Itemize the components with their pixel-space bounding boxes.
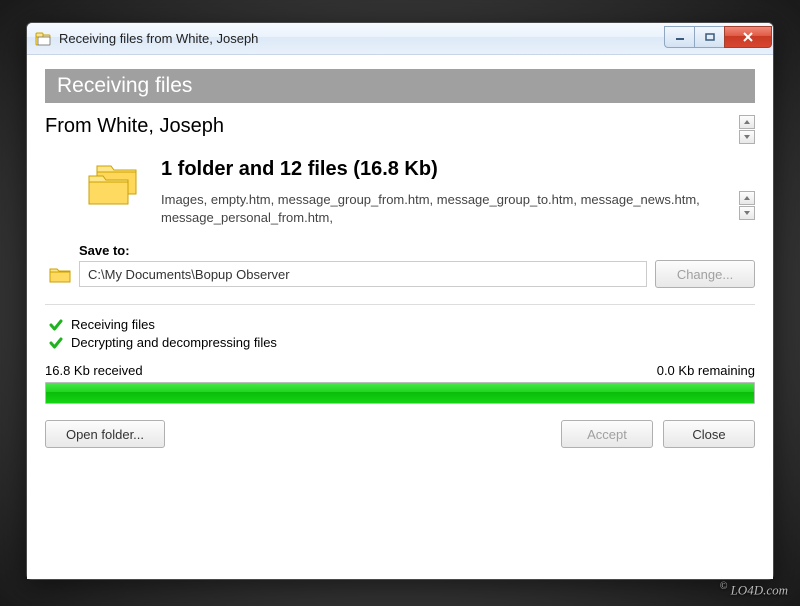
window-title: Receiving files from White, Joseph <box>59 31 258 46</box>
minimize-button[interactable] <box>664 26 694 48</box>
filelist-scroll-down[interactable] <box>739 206 755 220</box>
sender-spinner <box>739 115 755 144</box>
dialog-window: Receiving files from White, Joseph Recei… <box>26 22 774 580</box>
banner-title: Receiving files <box>45 69 755 103</box>
content-area: Receiving files From White, Joseph <box>27 55 773 579</box>
status-receiving: Receiving files <box>71 317 155 332</box>
save-path-text: C:\My Documents\Bopup Observer <box>88 267 290 282</box>
change-button[interactable]: Change... <box>655 260 755 288</box>
chevron-up-icon <box>743 119 751 125</box>
chevron-up-icon <box>743 195 751 201</box>
chevron-down-icon <box>743 210 751 216</box>
window-controls <box>664 26 772 48</box>
open-folder-label: Open folder... <box>66 427 144 442</box>
folder-icon <box>49 265 71 283</box>
progress-remaining: 0.0 Kb remaining <box>657 363 755 378</box>
divider <box>45 304 755 305</box>
progress-bar <box>45 382 755 404</box>
app-icon <box>35 31 53 47</box>
file-list: Images, empty.htm, message_group_from.ht… <box>161 191 733 227</box>
status-decrypting: Decrypting and decompressing files <box>71 335 277 350</box>
progress-received: 16.8 Kb received <box>45 363 143 378</box>
close-icon <box>742 32 754 42</box>
maximize-icon <box>705 33 715 41</box>
check-icon <box>49 318 63 332</box>
maximize-button[interactable] <box>694 26 724 48</box>
close-label: Close <box>692 427 725 442</box>
open-folder-button[interactable]: Open folder... <box>45 420 165 448</box>
check-icon <box>49 336 63 350</box>
folders-icon <box>87 158 145 208</box>
from-label: From White, Joseph <box>45 115 739 138</box>
change-button-label: Change... <box>677 267 733 282</box>
close-dialog-button[interactable]: Close <box>663 420 755 448</box>
watermark: © LO4D.com <box>720 581 788 598</box>
close-button[interactable] <box>724 26 772 48</box>
accept-label: Accept <box>587 427 627 442</box>
titlebar[interactable]: Receiving files from White, Joseph <box>27 23 773 55</box>
save-to-label: Save to: <box>79 243 755 258</box>
chevron-down-icon <box>743 134 751 140</box>
summary-title: 1 folder and 12 files (16.8 Kb) <box>161 158 755 181</box>
minimize-icon <box>675 33 685 41</box>
filelist-scroll-up[interactable] <box>739 191 755 205</box>
progress-fill <box>46 383 754 403</box>
save-path-input[interactable]: C:\My Documents\Bopup Observer <box>79 261 647 287</box>
accept-button[interactable]: Accept <box>561 420 653 448</box>
filelist-spinner <box>739 191 755 220</box>
sender-next-button[interactable] <box>739 130 755 144</box>
sender-prev-button[interactable] <box>739 115 755 129</box>
